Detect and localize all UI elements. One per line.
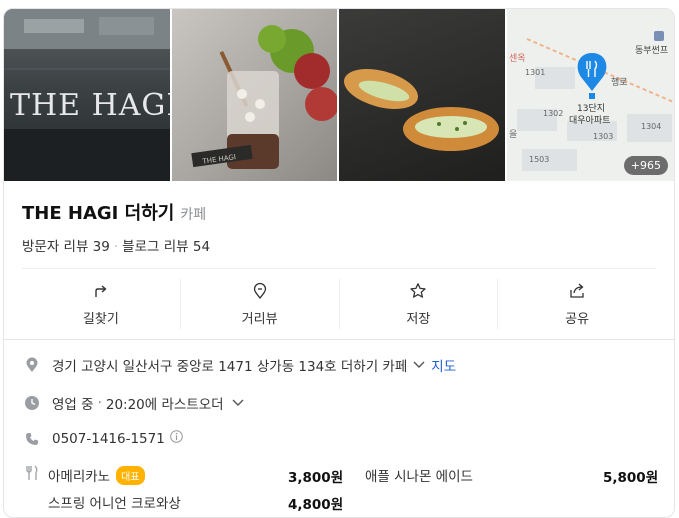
separator-dot: ·: [113, 239, 119, 255]
directions-button[interactable]: 길찾기: [22, 279, 181, 329]
info-icon[interactable]: [170, 430, 183, 447]
map-label: 1301: [525, 68, 545, 77]
menu-icon: [24, 465, 40, 481]
menu-item-name: 아메리카노: [48, 469, 111, 485]
street-view-label: 거리뷰: [241, 311, 278, 327]
place-header: THE HAGI 더하기 카페: [22, 199, 206, 225]
save-label: 저장: [406, 311, 431, 327]
map-label: 1503: [529, 155, 549, 164]
photo-storefront[interactable]: THE HAGI: [4, 9, 170, 181]
street-view-button[interactable]: 거리뷰: [181, 279, 340, 329]
storefront-illustration: THE HAGI: [4, 9, 170, 181]
directions-icon: [95, 284, 107, 297]
phone-row: 0507-1416-1571: [24, 430, 183, 447]
hours-row[interactable]: 영업 중 · 20:20에 라스트오더: [24, 393, 244, 413]
section-divider: [4, 339, 674, 340]
photo-count-badge[interactable]: +965: [623, 156, 668, 175]
chevron-down-icon[interactable]: [232, 395, 244, 411]
share-icon: [570, 283, 584, 298]
location-pin-icon: [24, 357, 40, 373]
header-divider: [22, 268, 656, 269]
map-link[interactable]: 지도: [431, 355, 456, 375]
phone-icon: [24, 431, 40, 447]
menu-item[interactable]: 스프링 어니언 크로와상: [48, 492, 181, 512]
photo-drink[interactable]: THE HAGI: [172, 9, 337, 181]
menu-item-price: 4,800원: [288, 497, 344, 513]
map-label: 을: [509, 129, 517, 140]
chevron-down-icon[interactable]: [413, 357, 425, 373]
place-card: THE HAGI THE HAGI 센옥 1301 1302 1303 1304…: [3, 8, 675, 518]
address-text: 경기 고양시 일산서구 중앙로 1471 상가동 134호 더하기 카페: [52, 359, 408, 375]
map-label: 동부썬프: [635, 45, 668, 56]
menu-item-price: 5,800원: [603, 470, 659, 486]
action-bar: 길찾기 거리뷰 저장 공유: [22, 279, 656, 329]
menu-item-name: 애플 시나몬 에이드: [365, 469, 473, 485]
croissant-illustration: [344, 69, 499, 151]
menu-item[interactable]: 아메리카노 대표: [48, 465, 145, 485]
separator-dot: ·: [97, 395, 102, 411]
photo-map[interactable]: 센옥 1301 1302 1303 1304 1503 을 행로 동부썬프 13…: [507, 9, 674, 181]
map-label: 1303: [593, 132, 613, 141]
save-button[interactable]: 저장: [340, 279, 499, 329]
menu-item-price: 3,800원: [288, 470, 344, 486]
review-summary: 방문자 리뷰 39 · 블로그 리뷰 54: [22, 235, 210, 255]
street-view-icon: [253, 282, 266, 299]
place-category: 카페: [180, 207, 207, 223]
place-name: THE HAGI 더하기: [22, 203, 175, 224]
last-order-text: 20:20에 라스트오더: [105, 397, 224, 413]
open-status: 영업 중: [52, 397, 94, 413]
address-row: 경기 고양시 일산서구 중앙로 1471 상가동 134호 더하기 카페 지도: [24, 355, 456, 375]
map-label: 대우아파트: [569, 115, 610, 126]
share-button[interactable]: 공유: [498, 279, 656, 329]
map-label: 센옥: [509, 53, 526, 64]
clock-icon: [24, 395, 40, 411]
menu-item-name: 스프링 어니언 크로와상: [48, 496, 181, 512]
share-label: 공유: [565, 311, 590, 327]
directions-label: 길찾기: [82, 311, 119, 327]
storefront-sign-text: THE HAGI: [10, 88, 170, 123]
phone-number[interactable]: 0507-1416-1571: [52, 431, 165, 447]
menu-item[interactable]: 애플 시나몬 에이드: [365, 465, 473, 485]
drink-illustration: THE HAGI: [191, 25, 337, 169]
photo-strip: THE HAGI THE HAGI 센옥 1301 1302 1303 1304…: [4, 9, 674, 181]
map-label: 행로: [611, 76, 628, 88]
photo-croissant[interactable]: [339, 9, 505, 181]
map-label: 1302: [543, 109, 563, 118]
star-icon: [410, 282, 427, 298]
signature-badge: 대표: [116, 465, 145, 485]
blog-reviews-link[interactable]: 블로그 리뷰 54: [122, 239, 210, 255]
map-label: 13단지: [577, 103, 605, 114]
visitor-reviews-link[interactable]: 방문자 리뷰 39: [22, 239, 110, 255]
map-label: 1304: [641, 122, 661, 131]
